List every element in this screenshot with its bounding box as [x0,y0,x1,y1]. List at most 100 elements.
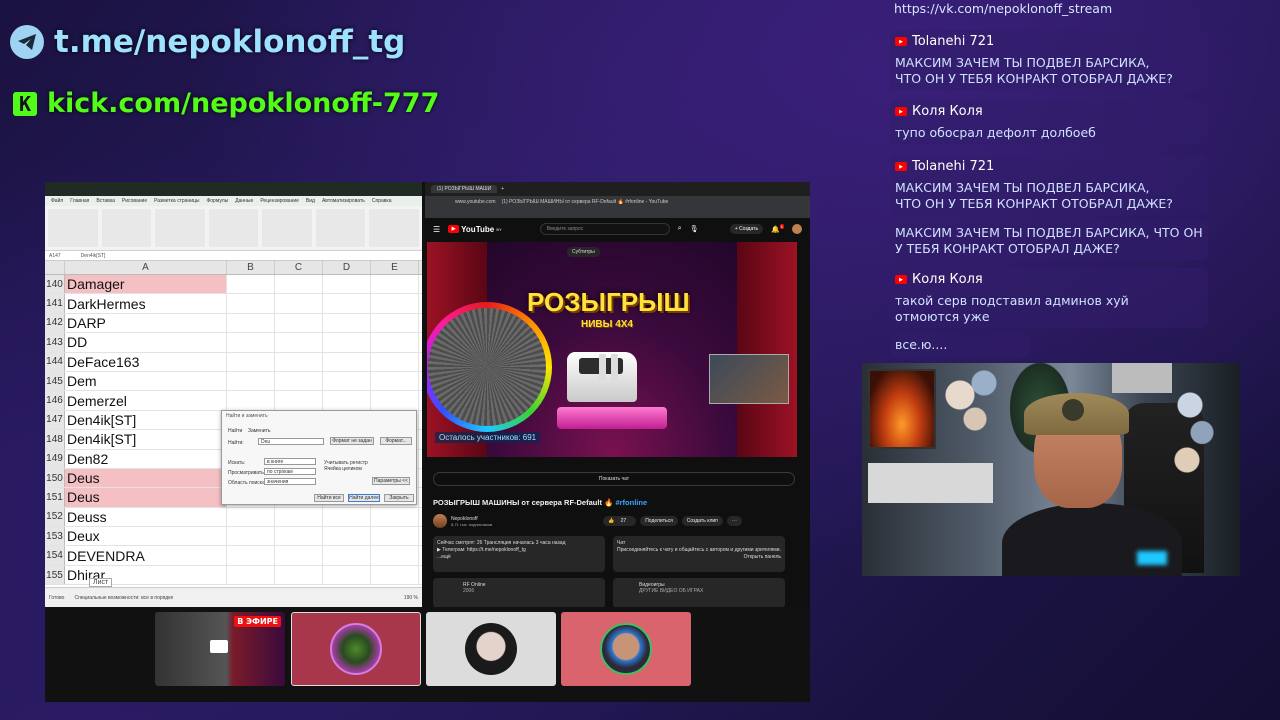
cell-empty[interactable] [323,352,371,371]
cell-empty[interactable] [275,333,323,352]
cell-a[interactable]: DARP [65,313,227,333]
youtube-search-input[interactable]: Введите запрос [539,223,670,235]
match-entire-checkbox[interactable]: Ячейка целиком [324,466,362,472]
cell-empty[interactable] [275,546,323,565]
excel-menu-item[interactable]: Автоматизировать [322,198,365,204]
cell-empty[interactable] [323,527,371,546]
cell-a[interactable]: Deux [65,527,227,546]
formula-bar[interactable]: A147 Den4ik[ST] [45,251,422,261]
find-input[interactable]: Deu [258,438,324,445]
menu-icon[interactable]: ☰ [433,225,440,234]
excel-menu-item[interactable]: Вставка [96,198,115,204]
browser-tab[interactable]: (1) РОЗЫГРЫШ МАШИ [431,185,498,193]
cell-empty[interactable] [227,333,275,352]
excel-menu-item[interactable]: Вид [306,198,315,204]
search-icon[interactable]: ⌕ [678,225,682,233]
cell-empty[interactable] [371,527,419,546]
cell-a[interactable]: DeFace163 [65,352,227,371]
cell-empty[interactable] [323,333,371,352]
cell-a[interactable]: Den4ik[ST] [65,410,227,430]
cell-a[interactable]: DD [65,333,227,352]
cell-empty[interactable] [275,313,323,333]
sheet-tab[interactable]: Лист [89,578,113,587]
row-number[interactable]: 141 [45,294,65,313]
games-subtitle[interactable]: ДРУГИЕ ВИДЕО ОБ ИГРАХ [639,588,781,594]
show-chat-button[interactable]: Показать чат [433,472,795,486]
cell-empty[interactable] [323,565,371,585]
cell-a[interactable]: DEVENDRA [65,546,227,565]
cell-empty[interactable] [227,275,275,294]
cell-a[interactable]: Demerzel [65,391,227,410]
create-button[interactable]: + Создать [729,224,764,234]
ribbon-group-styles[interactable] [262,209,312,247]
new-tab-icon[interactable]: + [501,186,504,192]
row-number[interactable]: 145 [45,371,65,391]
games-card[interactable]: Видеоигры ДРУГИЕ ВИДЕО ОБ ИГРАХ [613,578,785,607]
url-text[interactable]: www.youtube.com [455,199,496,205]
column-header[interactable]: E [371,261,419,274]
zoom-level[interactable]: 190 % [404,595,418,601]
within-select[interactable]: в книге [264,458,316,465]
row-number[interactable]: 155 [45,565,65,585]
excel-menu-item[interactable]: Рецензирование [260,198,299,204]
format-button[interactable]: Формат... [380,437,412,445]
cell-empty[interactable] [371,371,419,391]
clip-button[interactable]: Создать клип [681,516,723,526]
cell-empty[interactable] [323,507,371,527]
cell-empty[interactable] [371,546,419,565]
cell-empty[interactable] [371,275,419,294]
find-all-button[interactable]: Найти все [314,494,344,502]
cell-empty[interactable] [371,313,419,333]
ribbon-group-number[interactable] [208,209,259,247]
cell-empty[interactable] [275,294,323,313]
cell-empty[interactable] [371,507,419,527]
row-number[interactable]: 147 [45,410,65,430]
row-number[interactable]: 153 [45,527,65,546]
close-button[interactable]: Закрыть [384,494,414,502]
excel-menu-item[interactable]: Справка [372,198,392,204]
pause-icon[interactable] [599,354,623,380]
cell-a[interactable]: Damager [65,275,227,294]
cell-empty[interactable] [323,294,371,313]
cell-empty[interactable] [275,565,323,585]
cell-empty[interactable] [227,391,275,410]
cell-a[interactable]: DarkHermes [65,294,227,313]
cell-empty[interactable] [275,371,323,391]
excel-menu-item[interactable]: Данные [235,198,253,204]
cell-empty[interactable] [227,546,275,565]
cell-empty[interactable] [275,352,323,371]
select-all-corner[interactable] [45,261,65,274]
row-number[interactable]: 140 [45,275,65,294]
more-actions-icon[interactable]: ⋯ [726,516,742,526]
cell-empty[interactable] [371,294,419,313]
cell-empty[interactable] [275,507,323,527]
column-header[interactable]: C [275,261,323,274]
excel-menu-item[interactable]: Файл [51,198,63,204]
video-hashtag[interactable]: #rfonline [615,498,647,507]
cell-empty[interactable] [227,313,275,333]
row-number[interactable]: 143 [45,333,65,352]
cell-a[interactable]: Deus [65,488,227,507]
excel-menu-item[interactable]: Формулы [206,198,228,204]
like-button[interactable]: 👍 27 [603,516,637,526]
column-header[interactable]: A [65,261,227,274]
cell-empty[interactable] [227,371,275,391]
youtube-logo[interactable]: ▶ YouTube BY [448,225,502,234]
column-header[interactable]: D [323,261,371,274]
cell-empty[interactable] [227,294,275,313]
cell-a[interactable]: Deuss [65,507,227,527]
name-box[interactable]: A147 [49,253,61,259]
cell-a[interactable]: Den82 [65,449,227,468]
row-number[interactable]: 144 [45,352,65,371]
excel-menu-item[interactable]: Разметка страницы [154,198,199,204]
cell-empty[interactable] [323,371,371,391]
cell-empty[interactable] [227,507,275,527]
row-number[interactable]: 152 [45,507,65,527]
ribbon-group-clipboard[interactable] [48,209,98,247]
participant-tile-2[interactable] [426,612,556,686]
channel-avatar[interactable] [433,514,447,528]
cell-empty[interactable] [275,527,323,546]
ribbon-group-font[interactable] [101,209,152,247]
cell-empty[interactable] [371,352,419,371]
subtitles-button[interactable]: Субтитры [567,247,600,257]
